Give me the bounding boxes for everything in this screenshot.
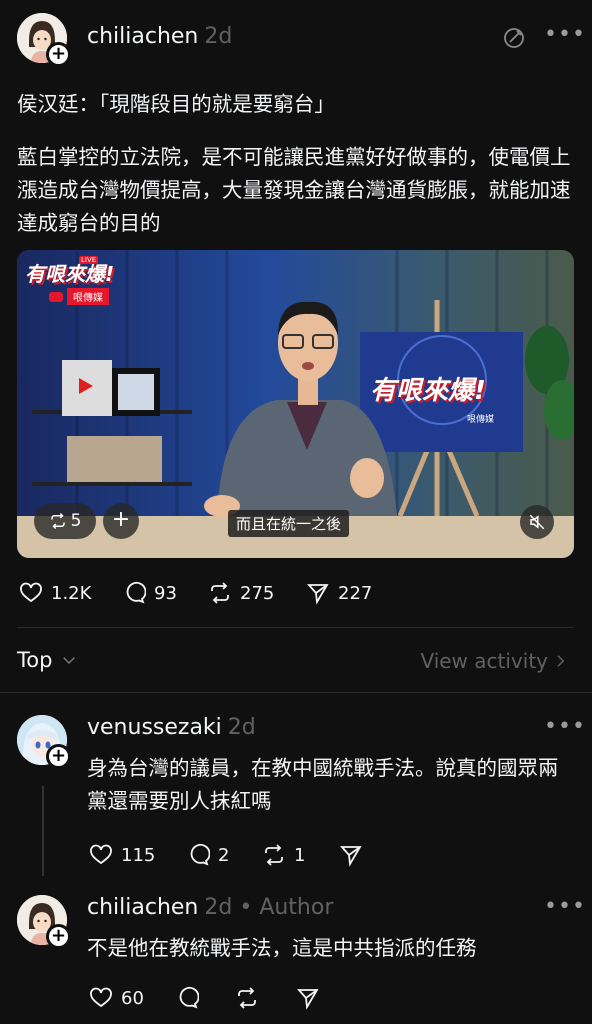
like-count: 115 [121, 844, 156, 866]
mute-button[interactable] [520, 505, 554, 539]
author-badge: • Author [239, 895, 334, 920]
send-icon [297, 989, 319, 1010]
username-text[interactable]: chiliachen [87, 24, 198, 49]
comment-icon [126, 581, 146, 604]
youtube-icon [49, 291, 63, 302]
heart-icon [90, 844, 112, 865]
username-text[interactable]: venussezaki [87, 715, 222, 740]
video-add-button[interactable]: + [103, 503, 139, 539]
chevron-down-icon [63, 657, 76, 665]
like-button[interactable]: 115 [89, 843, 155, 867]
reply-count: 93 [154, 582, 177, 604]
video-subtitle: 而且在統一之後 [228, 510, 350, 537]
reply-text: 不是他在教統戰手法，這是中共指派的任務 [87, 936, 477, 960]
post-video[interactable]: 有哏來爆! LIVE 哏傳媒 有哏來爆! 哏傳媒 而且在統一之後 5 + [17, 250, 574, 558]
repost-button[interactable]: 275 [208, 581, 274, 605]
logo-text: 有哏來爆! [25, 262, 115, 286]
reply-button[interactable] [175, 986, 199, 1010]
divider [0, 692, 592, 693]
view-activity-label: View activity [420, 649, 548, 673]
more-options-icon[interactable]: ••• [544, 22, 586, 47]
reply-button[interactable]: 93 [122, 581, 177, 605]
reply-author[interactable]: chiliachen 2d • Author [87, 895, 333, 920]
like-count: 1.2K [51, 582, 92, 604]
repost-icon [50, 512, 65, 530]
send-icon [340, 846, 362, 867]
add-icon: + [111, 507, 131, 532]
follow-plus-icon[interactable]: + [46, 744, 71, 769]
live-tag: LIVE [79, 256, 99, 264]
username-text[interactable]: chiliachen [87, 895, 198, 920]
show-logo: 有哏來爆! LIVE 哏傳媒 [25, 256, 131, 308]
reply-count: 2 [218, 844, 230, 866]
reply-button[interactable]: 2 [186, 843, 229, 867]
muted-speaker-icon [529, 514, 545, 530]
comment-icon [190, 843, 210, 866]
video-repost-button[interactable]: 5 [34, 503, 96, 539]
share-button[interactable]: 227 [306, 581, 372, 605]
heart-icon [20, 582, 42, 603]
share-button[interactable] [296, 986, 320, 1010]
post-author[interactable]: chiliachen 2d [87, 24, 232, 49]
post-time: 2d [204, 24, 233, 49]
follow-plus-icon[interactable]: + [46, 924, 71, 949]
sort-label: Top [17, 648, 53, 672]
reply-author[interactable]: venussezaki 2d [87, 715, 256, 740]
thread-line [42, 786, 44, 876]
avatar[interactable]: + [17, 895, 71, 949]
repost-icon [238, 987, 256, 1009]
follow-plus-icon[interactable]: + [46, 42, 71, 67]
logo-brand: 哏傳媒 [49, 288, 109, 305]
chevron-right-icon [557, 655, 565, 667]
like-button[interactable]: 60 [89, 986, 144, 1010]
board-brand: 哏傳媒 [467, 415, 495, 425]
more-options-icon[interactable]: ••• [544, 714, 586, 739]
repost-button[interactable] [235, 986, 259, 1010]
share-count: 227 [338, 582, 373, 604]
video-repost-count: 5 [70, 511, 82, 531]
reply-time: 2d [204, 895, 233, 920]
post-title: 侯汉廷：「現階段目的就是要窮台」 [17, 92, 335, 116]
more-options-icon[interactable]: ••• [544, 894, 586, 919]
repost-icon [265, 844, 283, 866]
avatar[interactable]: + [17, 715, 71, 769]
heart-icon [90, 987, 112, 1008]
reply-time: 2d [227, 715, 256, 740]
send-icon [307, 584, 329, 605]
board-title: 有哏來爆! [370, 376, 486, 406]
repost-count: 275 [240, 582, 275, 604]
repost-button[interactable]: 1 [262, 843, 305, 867]
like-button[interactable]: 1.2K [19, 581, 91, 605]
sort-dropdown[interactable]: Top [17, 648, 78, 672]
post-body: 藍白掌控的立法院，是不可能讓民進黨好好做事的，使電價上漲造成台灣物價提高，大量發… [17, 145, 571, 235]
comment-icon [179, 986, 199, 1009]
view-activity-link[interactable]: View activity [420, 649, 568, 673]
reply-text: 身為台灣的議員，在教中國統戰手法。說真的國眾兩黨還需要別人抹紅嗎 [87, 756, 559, 813]
repost-count: 1 [294, 844, 306, 866]
share-button[interactable] [339, 843, 363, 867]
ai-edit-icon[interactable] [502, 26, 526, 54]
like-count: 60 [121, 987, 144, 1009]
repost-icon [211, 582, 229, 604]
avatar[interactable]: + [17, 13, 71, 67]
divider [17, 627, 574, 628]
brand-text: 哏傳媒 [67, 288, 109, 305]
